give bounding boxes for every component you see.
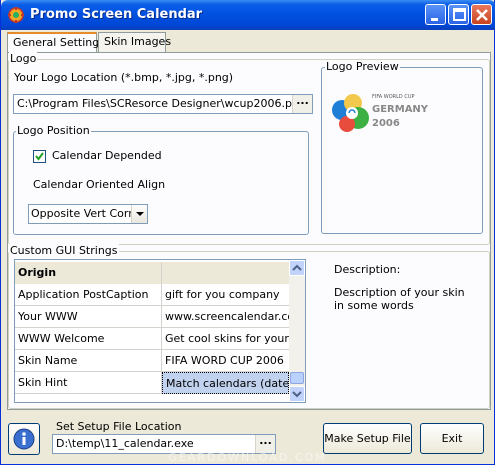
- row-name-cell[interactable]: WWW Welcome: [15, 328, 162, 350]
- minimize-icon: [431, 18, 438, 21]
- logo-location-value: C:\Program Files\SCResorce Designer\wcup…: [17, 97, 306, 110]
- row-value-cell[interactable]: gift for you company: [162, 284, 289, 306]
- svg-text:GERMANY: GERMANY: [372, 104, 429, 115]
- logo-position-title: Logo Position: [16, 124, 91, 137]
- logo-browse-button[interactable]: ...: [292, 95, 312, 113]
- calendar-app-icon: [8, 7, 24, 23]
- logo-group-title: Logo: [9, 52, 38, 65]
- row-value-cell[interactable]: Get cool skins for your: [162, 328, 289, 350]
- scroll-thumb[interactable]: [290, 372, 304, 384]
- align-select[interactable]: Opposite Vert Corne: [28, 204, 148, 224]
- settings-panel: Logo Your Logo Location (*.bmp, *.jpg, *…: [7, 52, 491, 410]
- chevron-up-icon: [292, 264, 302, 271]
- logo-location-field[interactable]: C:\Program Files\SCResorce Designer\wcup…: [13, 94, 313, 114]
- app-window: Promo Screen Calendar General Settings S…: [0, 0, 495, 465]
- logo-preview-image: FIFA WORLD CUP GERMANY 2006: [332, 94, 429, 132]
- row-value-cell[interactable]: www.screencalendar.co: [162, 306, 289, 328]
- logo-location-label: Your Logo Location (*.bmp, *.jpg, *.png): [14, 71, 234, 84]
- calendar-depended-checkbox[interactable]: [33, 150, 46, 163]
- exit-button[interactable]: Exit: [420, 423, 484, 454]
- align-dropdown-button[interactable]: [131, 205, 147, 223]
- row-name-cell[interactable]: Application PostCaption: [15, 284, 162, 306]
- svg-text:2006: 2006: [372, 118, 400, 129]
- tab-skin-images[interactable]: Skin Images: [98, 32, 171, 52]
- tab-general-settings[interactable]: General Settings: [7, 32, 105, 53]
- row-name-cell[interactable]: Skin Name: [15, 350, 162, 372]
- calendar-depended-label: Calendar Depended: [52, 149, 162, 162]
- column-header-origin[interactable]: Origin: [15, 262, 162, 284]
- table-row[interactable]: Skin Hint Match calendars (date: [15, 372, 289, 394]
- row-value-cell[interactable]: FIFA WORD CUP 2006: [162, 350, 289, 372]
- window-title: Promo Screen Calendar: [30, 7, 203, 22]
- table-row[interactable]: WWW Welcome Get cool skins for your: [15, 328, 289, 350]
- scroll-up-button[interactable]: [289, 260, 305, 276]
- close-button[interactable]: [471, 4, 492, 25]
- row-value-cell-selected[interactable]: Match calendars (date: [162, 372, 289, 394]
- logo-position-group: Logo Position Calendar Depended Calendar…: [13, 124, 309, 235]
- logo-preview-title: Logo Preview: [325, 60, 400, 73]
- scroll-down-button[interactable]: [289, 386, 305, 402]
- setup-location-label: Set Setup File Location: [56, 420, 182, 433]
- checkmark-icon: [35, 152, 44, 161]
- chevron-down-icon: [136, 212, 144, 216]
- watermark-text: GEARDOWNLOAD.COM: [168, 451, 327, 464]
- info-icon: [13, 428, 35, 450]
- make-setup-file-button[interactable]: Make Setup File: [323, 423, 412, 454]
- logo-preview-group: Logo Preview FIFA WORLD CUP GERMANY 2006: [321, 60, 483, 234]
- maximize-button[interactable]: [448, 4, 469, 25]
- table-vertical-scrollbar[interactable]: [289, 260, 305, 402]
- description-text: Description of your skin in some words: [334, 286, 465, 312]
- description-label: Description:: [334, 263, 401, 276]
- close-icon: [476, 9, 488, 21]
- gui-strings-table[interactable]: Origin Application PostCaption gift for …: [14, 259, 306, 403]
- svg-text:FIFA WORLD CUP: FIFA WORLD CUP: [372, 94, 415, 100]
- column-header-value[interactable]: [162, 262, 289, 284]
- logo-group: Logo Your Logo Location (*.bmp, *.jpg, *…: [8, 52, 490, 245]
- table-row[interactable]: Application PostCaption gift for you com…: [15, 284, 289, 306]
- row-name-cell[interactable]: Your WWW: [15, 306, 162, 328]
- custom-gui-strings-title: Custom GUI Strings: [9, 244, 119, 257]
- setup-path-value: D:\temp\11_calendar.exe: [56, 437, 194, 450]
- align-value: Opposite Vert Corne: [31, 207, 142, 220]
- align-label: Calendar Oriented Align: [33, 178, 166, 191]
- table-row[interactable]: Skin Name FIFA WORD CUP 2006: [15, 350, 289, 372]
- chevron-down-icon: [292, 391, 302, 398]
- table-header-row: Origin: [15, 262, 289, 284]
- row-name-cell[interactable]: Skin Hint: [15, 372, 162, 394]
- table-row[interactable]: Your WWW www.screencalendar.co: [15, 306, 289, 328]
- title-bar[interactable]: Promo Screen Calendar: [1, 0, 495, 30]
- maximize-icon: [453, 8, 466, 21]
- minimize-button[interactable]: [425, 4, 446, 25]
